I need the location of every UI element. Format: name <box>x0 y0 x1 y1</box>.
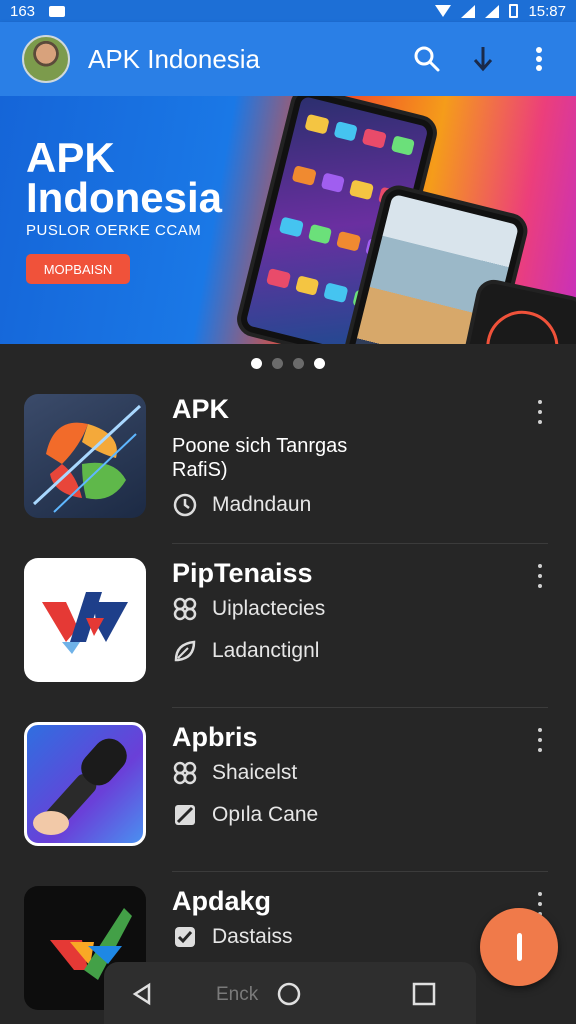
app-meta-text: Uiplactecies <box>212 597 326 620</box>
carousel-dot[interactable] <box>293 358 304 369</box>
app-meta-row: Ladanctignl <box>172 638 319 664</box>
app-title: APK Indonesia <box>88 43 261 74</box>
app-name: PipTenaiss <box>172 558 313 588</box>
system-nav-bar: Enck <box>104 962 476 1024</box>
home-icon[interactable] <box>276 981 302 1007</box>
signal-icon-2 <box>485 4 500 18</box>
list-item[interactable]: Apbris Shaicelst Opıla Cane <box>0 708 576 872</box>
app-meta-text: Dastaiss <box>212 925 293 948</box>
status-left-text: 163 <box>10 2 36 20</box>
link-icon <box>173 597 197 621</box>
app-description: Poone sich Tanrgas RafiS) <box>172 435 348 481</box>
banner-title-line2: Indonesia <box>26 174 223 221</box>
clock-icon <box>173 493 197 517</box>
banner-button[interactable]: MOPBAISN <box>26 254 130 284</box>
fab-bar-icon <box>516 933 522 961</box>
app-bar: APK Indonesia <box>0 22 576 96</box>
message-notification-icon <box>49 5 66 17</box>
recents-icon[interactable] <box>412 982 436 1006</box>
battery-icon <box>509 4 519 18</box>
leaf-icon <box>174 640 196 662</box>
promo-banner[interactable]: APK Indonesia PUSLOR OERKE CCAM MOPBAISN <box>0 96 576 344</box>
signal-icon <box>461 4 476 18</box>
nav-label: Enck <box>216 984 259 1005</box>
app-meta-row: Uiplactecies <box>172 596 325 622</box>
status-bar: 163 15:87 <box>0 0 576 22</box>
carousel-dot[interactable] <box>272 358 283 369</box>
list-item[interactable]: PipTenaiss Uiplactecies Ladanctignl <box>0 544 576 708</box>
carousel-dot[interactable] <box>314 358 325 369</box>
more-vert-icon[interactable] <box>530 564 550 588</box>
tag-icon <box>175 805 195 825</box>
carousel-dot[interactable] <box>251 358 262 369</box>
download-icon[interactable] <box>468 44 498 74</box>
app-meta-row: Dastaiss <box>172 924 293 950</box>
banner-title: APK Indonesia <box>26 134 223 221</box>
floating-action-button[interactable] <box>480 908 558 986</box>
app-meta-row: Opıla Cane <box>172 802 318 828</box>
red-blue-chevron-app-icon <box>24 558 146 682</box>
app-meta-text: Shaicelst <box>212 761 298 784</box>
more-vert-icon[interactable] <box>530 400 550 424</box>
status-time: 15:87 <box>528 2 566 20</box>
app-meta-text: Ladanctignl <box>212 639 320 662</box>
banner-subtitle: PUSLOR OERKE CCAM <box>26 222 202 239</box>
app-name: Apdakg <box>172 886 272 916</box>
app-meta-row: Madndaun <box>172 492 311 518</box>
banner-title-line1: APK <box>26 134 115 181</box>
app-meta-text: Madndaun <box>212 493 312 516</box>
wifi-icon <box>435 5 452 17</box>
app-meta-text: Opıla Cane <box>212 803 319 826</box>
microphone-app-icon <box>24 722 146 846</box>
colorful-swirl-app-icon <box>24 394 146 518</box>
app-meta-row: Shaicelst <box>172 760 297 786</box>
list-item[interactable]: APK Poone sich Tanrgas RafiS) Madndaun <box>0 380 576 544</box>
link-icon <box>173 761 197 785</box>
carousel-indicator <box>0 358 576 369</box>
back-icon[interactable] <box>132 982 152 1006</box>
app-name: APK <box>172 394 230 424</box>
search-icon[interactable] <box>412 44 442 74</box>
app-name: Apbris <box>172 722 258 752</box>
more-vert-icon[interactable] <box>524 44 554 74</box>
check-icon <box>175 927 195 947</box>
avatar[interactable] <box>22 35 70 83</box>
more-vert-icon[interactable] <box>530 728 550 752</box>
